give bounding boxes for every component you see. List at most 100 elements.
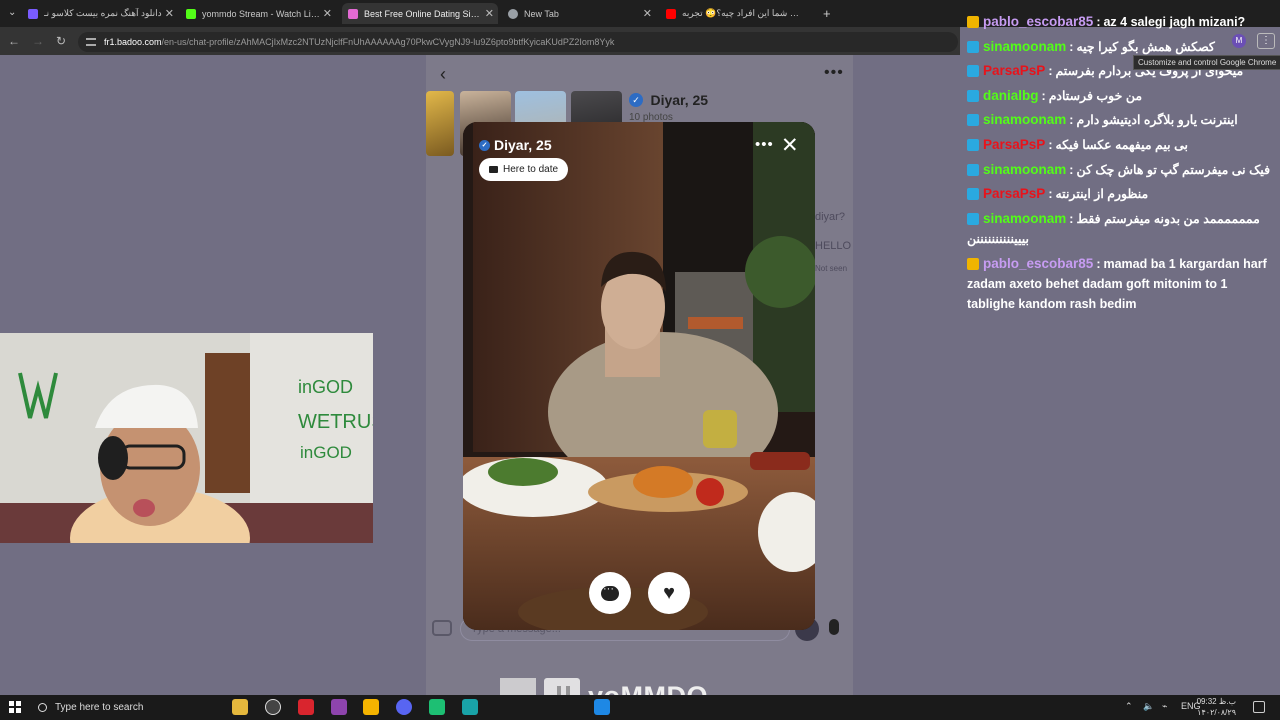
tab-close-icon[interactable]: ✕ (323, 7, 332, 20)
chat-text: فیک نی میفرستم گپ تو هاش چک کن (1076, 163, 1271, 177)
app-icon[interactable] (429, 699, 445, 715)
new-tab-plus-icon[interactable]: + (823, 6, 831, 21)
clock-date: ۱۴۰۲/۰۸/۲۹ (1197, 708, 1236, 717)
chat-badge-icon (967, 40, 979, 53)
discord-icon[interactable] (396, 699, 412, 715)
chat-badge-icon (967, 212, 979, 225)
forward-arrow-icon[interactable]: → (32, 34, 44, 48)
taskbar-search[interactable]: Type here to search (31, 697, 171, 718)
chat-username[interactable]: sinamoonam (983, 211, 1066, 226)
url-host: fr1.badoo.com (104, 37, 162, 47)
like-button[interactable]: ♥ (648, 572, 690, 614)
date-chip-icon (489, 166, 498, 173)
tray-chevron-icon[interactable]: ⌃ (1125, 701, 1133, 712)
chat-badge-icon (967, 138, 979, 151)
chevron-left-icon[interactable]: ‹ (440, 64, 446, 85)
chat-text: اینترنت یارو بلاگره ادیتیشو دارم (1076, 113, 1238, 127)
profile-name: Diyar, 25 (650, 91, 709, 108)
tab-title: Best Free Online Dating Site & (364, 8, 487, 19)
file-explorer-icon[interactable] (232, 699, 248, 715)
obs-icon[interactable] (265, 699, 281, 715)
chat-text: کصکش همش بگو کیرا چیه (1076, 40, 1215, 54)
chat-text: منظورم از اینترنته (1055, 187, 1149, 201)
chat-separator: : (1069, 113, 1074, 127)
amd-icon[interactable] (298, 699, 314, 715)
chrome-menu-icon[interactable]: ⋮ (1257, 33, 1275, 49)
chat-message: sinamoonam: مممممممد من بدونه میفرستم فقط… (967, 209, 1273, 249)
site-info-icon[interactable] (86, 38, 96, 46)
message-bubble: HELLO (815, 240, 852, 252)
profile-avatar[interactable]: M (1232, 34, 1246, 48)
chat-message: ParsaPsP: منظورم از اینترنته (967, 184, 1273, 204)
chat-username[interactable]: sinamoonam (983, 112, 1066, 127)
heart-icon: ♥ (663, 582, 675, 604)
microphone-icon[interactable] (829, 619, 839, 635)
tab-download-song[interactable]: دانلود آهنگ نمره بیست کلاسو نـ ✕ (28, 3, 178, 24)
tab-title: نظر شما این افراد چیه؟😳 تجربه (682, 8, 805, 18)
chat-username[interactable]: sinamoonam (983, 162, 1066, 177)
address-bar[interactable]: fr1.badoo.com /en-us/chat-profile/zAhMAC… (78, 32, 958, 52)
modal-name-text: Diyar, 25 (494, 137, 552, 153)
photo-viewer-modal: ✓ Diyar, 25 Here to date ••• ✕ ♥ (463, 122, 815, 630)
badoo-favicon-icon (348, 8, 358, 19)
more-options-icon[interactable]: ••• (824, 64, 844, 82)
system-clock[interactable]: 09:32 ب.ظ ۱۴۰۲/۰۸/۲۹ (1196, 696, 1236, 718)
chat-username[interactable]: pablo_escobar85 (983, 256, 1093, 271)
network-icon[interactable]: ⌁ (1162, 701, 1167, 712)
photo-thumbnail[interactable] (426, 91, 454, 156)
tab-close-icon[interactable]: ✕ (643, 7, 652, 20)
chat-message: ParsaPsP: بی بیم میفهمه عکسا فیکه (967, 135, 1273, 155)
chat-text: az 4 salegi jagh mizani? (1103, 15, 1246, 29)
app-icon[interactable] (594, 699, 610, 715)
chrome-favicon-icon (508, 8, 518, 19)
screen: { "browser": { "tabs": [ {"title": "دانل… (0, 0, 1280, 720)
chat-separator: : (1048, 187, 1053, 201)
chat-separator: : (1048, 64, 1053, 78)
tab-close-icon[interactable]: ✕ (485, 7, 494, 20)
chat-username[interactable]: danialbg (983, 88, 1039, 103)
tab-title: New Tab (524, 8, 559, 19)
tab-new-tab[interactable]: New Tab ✕ (508, 3, 656, 24)
camera-icon[interactable] (432, 620, 452, 636)
notification-icon[interactable] (1253, 701, 1265, 713)
badge-label: Here to date (503, 164, 559, 175)
chat-username[interactable]: ParsaPsP (983, 186, 1045, 201)
chat-message: danialbg: من خوب فرستادم (967, 86, 1273, 106)
chat-badge-icon (967, 187, 979, 200)
chat-text: بی بیم میفهمه عکسا فیکه (1055, 138, 1188, 152)
chat-username[interactable]: ParsaPsP (983, 137, 1045, 152)
url-path: /en-us/chat-profile/zAhMACjIxMzc2NTUzNjc… (161, 37, 615, 47)
close-icon[interactable]: ✕ (781, 133, 799, 158)
tab-search-icon[interactable]: ⌄ (8, 7, 16, 18)
tab-youtube[interactable]: نظر شما این افراد چیه؟😳 تجربه (666, 3, 816, 24)
tab-close-icon[interactable]: ✕ (165, 7, 174, 20)
chat-username[interactable]: ParsaPsP (983, 63, 1045, 78)
more-options-icon[interactable]: ••• (755, 136, 774, 153)
tab-badoo[interactable]: Best Free Online Dating Site & ✕ (342, 3, 498, 24)
chat-message: sinamoonam: کصکش همش بگو کیرا چیه (967, 37, 1273, 57)
profile-photo (463, 122, 815, 630)
back-arrow-icon[interactable]: ← (8, 34, 20, 48)
svg-text:inGOD: inGOD (298, 377, 353, 397)
volume-icon[interactable]: 🔈 (1143, 701, 1154, 712)
windows-start-icon[interactable] (9, 701, 21, 713)
svg-text:WETRUST: WETRUST (298, 411, 373, 433)
tab-yommdo-stream[interactable]: yommdo Stream - Watch Live o ✕ (186, 3, 336, 24)
profile-header[interactable]: ✓ Diyar, 25 10 photos (629, 91, 708, 123)
here-to-date-badge: Here to date (479, 158, 569, 181)
chat-username[interactable]: pablo_escobar85 (983, 14, 1093, 29)
chat-message: pablo_escobar85: az 4 salegi jagh mizani? (967, 12, 1273, 32)
app-icon[interactable] (331, 699, 347, 715)
reload-icon[interactable]: ↻ (56, 34, 66, 48)
chat-username[interactable]: sinamoonam (983, 39, 1066, 54)
windows-taskbar (0, 695, 1280, 720)
app-icon[interactable] (462, 699, 478, 715)
clock-time: 09:32 ب.ظ (1196, 697, 1236, 706)
chat-badge-icon (967, 89, 979, 102)
stream-chat: pablo_escobar85: az 4 salegi jagh mizani?… (960, 0, 1280, 320)
chat-badge-icon (967, 257, 979, 270)
app-icon[interactable] (363, 699, 379, 715)
search-icon (38, 703, 47, 712)
chat-text: من خوب فرستادم (1048, 89, 1143, 103)
chat-button[interactable] (589, 572, 631, 614)
